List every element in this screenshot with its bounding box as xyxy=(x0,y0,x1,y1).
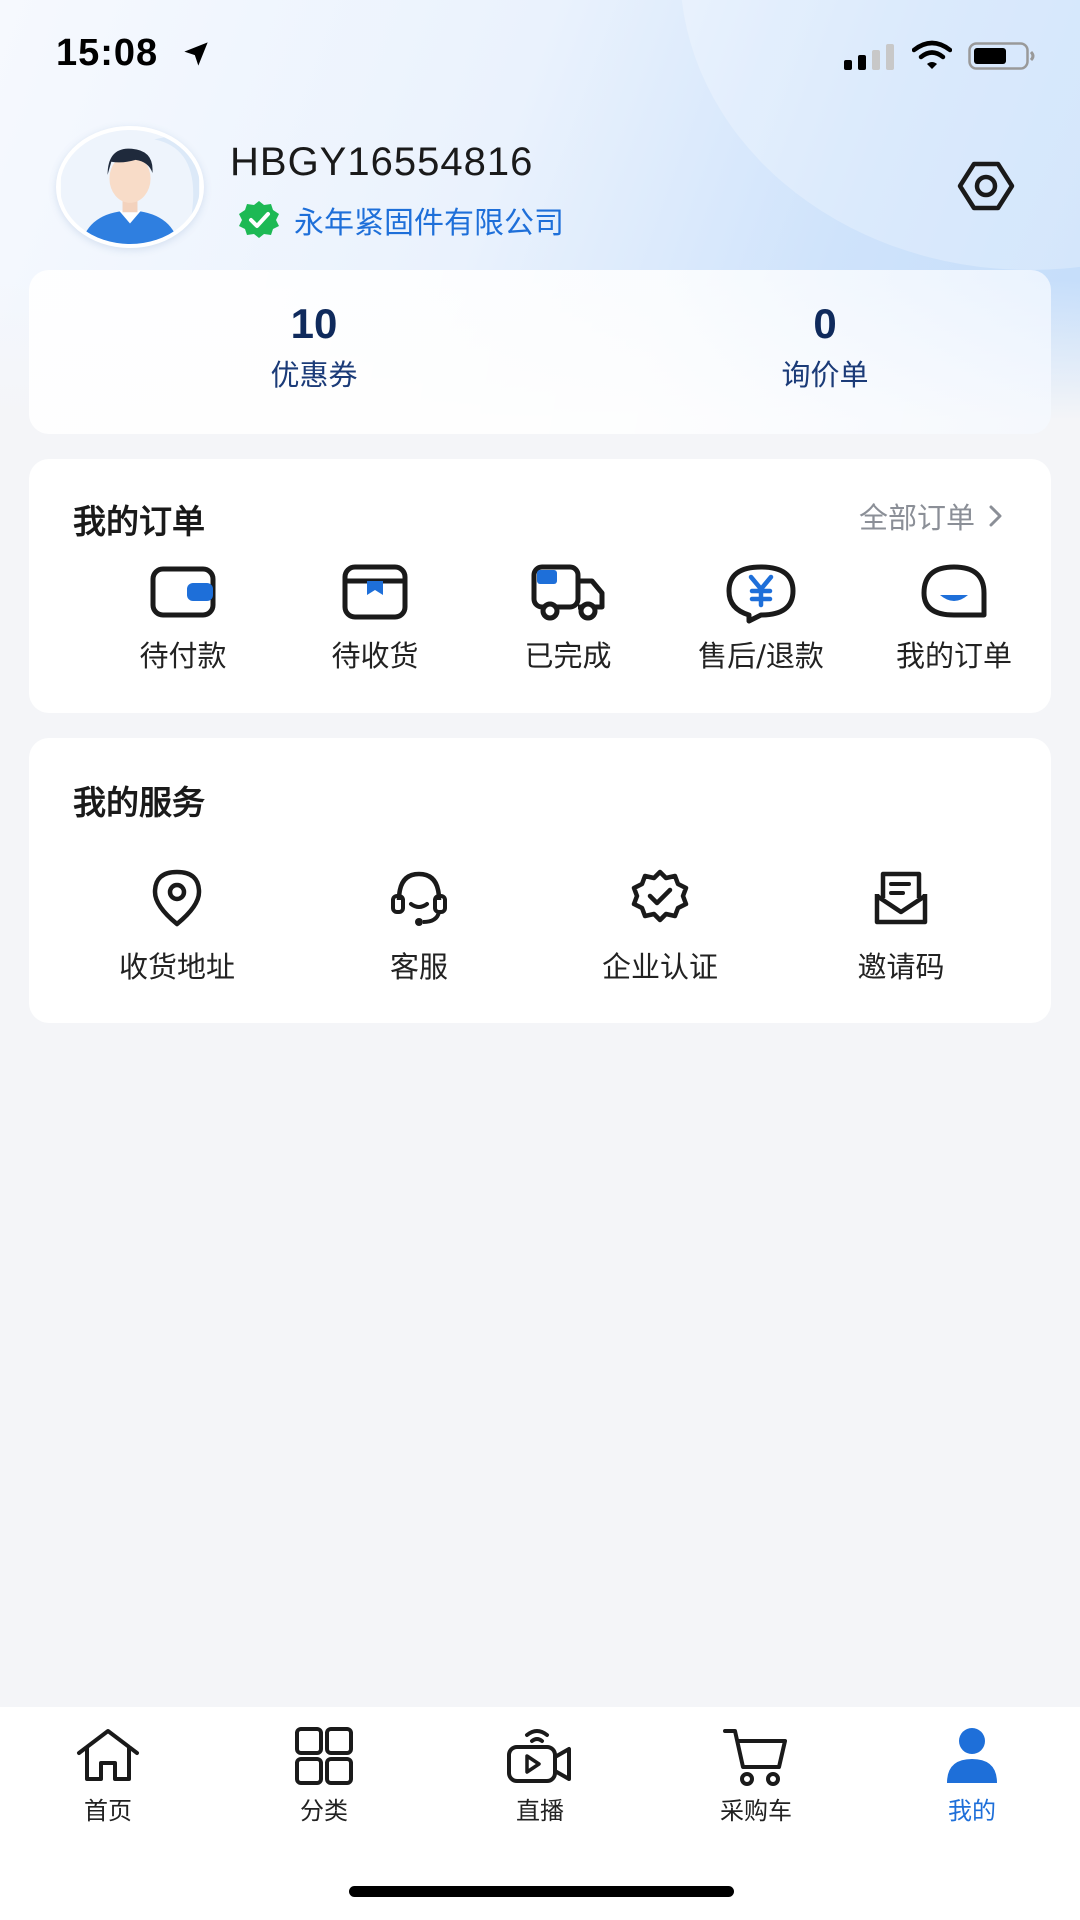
cart-icon xyxy=(723,1729,787,1786)
order-item-label: 售后/退款 xyxy=(698,639,824,673)
verified-company-icon xyxy=(239,201,279,238)
nav-cart[interactable]: 采购车 xyxy=(676,1725,836,1826)
settings-gear-icon[interactable] xyxy=(954,158,1018,214)
service-item-label: 企业认证 xyxy=(601,950,718,984)
coupon-count: 10 xyxy=(290,300,338,347)
cellular-signal-icon xyxy=(844,44,894,70)
home-icon xyxy=(77,1729,139,1781)
services-card: 我的服务 收货地址 客服 企业认证 邀请码 xyxy=(29,738,1051,1023)
order-item-label: 我的订单 xyxy=(895,639,1012,673)
nav-label: 采购车 xyxy=(720,1797,792,1825)
home-indicator xyxy=(349,1886,734,1897)
coupon-stat[interactable]: 10 优惠券 xyxy=(164,300,464,394)
wifi-icon xyxy=(912,40,952,69)
service-item-label: 收货地址 xyxy=(118,950,235,984)
nav-label: 我的 xyxy=(948,1797,996,1825)
battery-icon xyxy=(968,42,1035,70)
grid-icon xyxy=(295,1727,353,1785)
order-item-label: 待收货 xyxy=(331,639,419,673)
headset-icon xyxy=(391,871,447,926)
order-after-sales[interactable]: 售后/退款 xyxy=(665,559,857,675)
wallet-icon xyxy=(150,566,216,618)
nav-label: 直播 xyxy=(516,1797,564,1825)
refund-icon xyxy=(726,564,796,624)
order-completed[interactable]: 已完成 xyxy=(472,559,664,675)
chevron-right-icon xyxy=(989,505,1002,527)
order-pending-payment[interactable]: 待付款 xyxy=(87,559,279,675)
nav-category[interactable]: 分类 xyxy=(244,1725,404,1826)
order-my-orders[interactable]: 我的订单 xyxy=(858,559,1050,675)
company-name[interactable]: 永年紧固件有限公司 xyxy=(294,198,564,242)
all-orders-label: 全部订单 xyxy=(858,501,975,535)
order-pending-receipt[interactable]: 待收货 xyxy=(279,559,471,675)
all-orders-link[interactable]: 全部订单 xyxy=(859,495,1007,537)
nav-home[interactable]: 首页 xyxy=(28,1725,188,1826)
status-time: 15:08 xyxy=(56,32,159,74)
inquiry-stat[interactable]: 0 询价单 xyxy=(675,300,975,394)
package-icon xyxy=(342,564,408,620)
nav-live[interactable]: 直播 xyxy=(460,1725,620,1826)
user-avatar-illustration xyxy=(60,130,200,244)
user-icon xyxy=(947,1728,997,1783)
nav-label: 首页 xyxy=(84,1797,132,1825)
avatar[interactable] xyxy=(56,126,204,248)
services-title: 我的服务 xyxy=(73,783,205,822)
truck-icon xyxy=(531,564,605,621)
stats-card: 10 优惠券 0 询价单 xyxy=(29,270,1051,434)
live-camera-icon xyxy=(507,1729,571,1783)
orders-title: 我的订单 xyxy=(73,502,205,541)
service-item-label: 客服 xyxy=(389,950,448,984)
service-enterprise-verification[interactable]: 企业认证 xyxy=(540,866,780,986)
inquiry-label: 询价单 xyxy=(781,358,869,392)
status-bar: 15:08 xyxy=(0,0,1080,110)
nav-label: 分类 xyxy=(300,1797,348,1825)
location-pin-icon xyxy=(152,869,202,927)
nav-me[interactable]: 我的 xyxy=(892,1725,1052,1826)
username: HBGY16554816 xyxy=(230,140,534,184)
location-arrow-icon xyxy=(184,42,208,66)
order-item-label: 待付款 xyxy=(139,639,227,673)
service-invite-code[interactable]: 邀请码 xyxy=(781,866,1021,986)
verified-badge-icon xyxy=(631,869,689,923)
mail-icon xyxy=(874,871,928,925)
order-bubble-icon xyxy=(921,564,987,618)
service-item-label: 邀请码 xyxy=(857,950,945,984)
service-customer-support[interactable]: 客服 xyxy=(299,866,539,986)
order-item-label: 已完成 xyxy=(524,639,612,673)
inquiry-count: 0 xyxy=(813,300,837,347)
coupon-label: 优惠券 xyxy=(270,358,358,392)
service-address[interactable]: 收货地址 xyxy=(57,866,297,986)
orders-card: 我的订单 全部订单 待付款 待收货 已完成 售后/退款 我的订单 xyxy=(29,459,1051,713)
